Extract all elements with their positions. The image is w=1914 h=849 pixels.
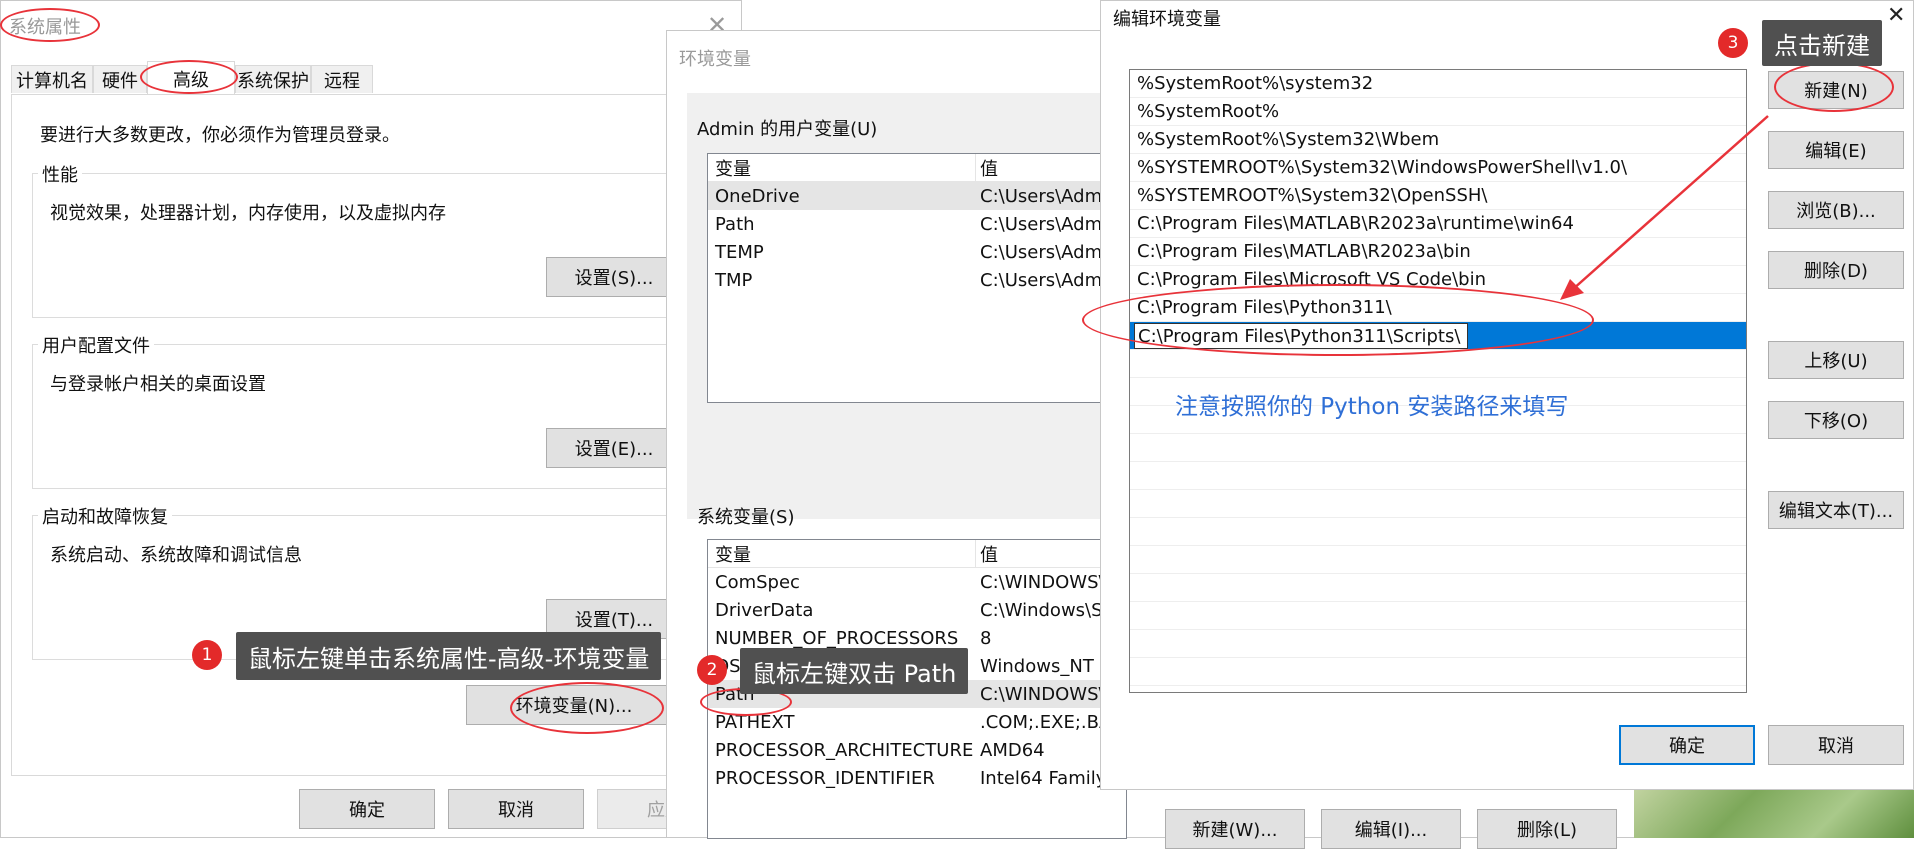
step-2-callout: 鼠标左键双击 Path (740, 648, 969, 694)
list-item[interactable]: %SYSTEMROOT%\System32\WindowsPowerShell\… (1130, 154, 1746, 182)
highlight-advanced-tab-ellipse (140, 60, 238, 94)
highlight-python-paths-ellipse (1082, 284, 1594, 356)
ok-button[interactable]: 确定 (299, 789, 435, 829)
window-title: 环境变量 (679, 49, 751, 70)
list-item[interactable]: TEMP C:\Users\Adm (708, 238, 1126, 266)
user-profile-desc: 与登录帐户相关的桌面设置 (50, 374, 266, 395)
list-item[interactable]: OneDrive C:\Users\Adm (708, 182, 1126, 210)
list-item[interactable]: PROCESSOR_ARCHITECTURE AMD64 (708, 736, 1126, 764)
cancel-button[interactable]: 取消 (448, 789, 584, 829)
ok-button[interactable]: 确定 (1619, 725, 1755, 765)
performance-settings-button[interactable]: 设置(S)... (546, 257, 682, 297)
list-header: 变量 值 (708, 540, 1126, 568)
install-path-note: 注意按照你的 Python 安装路径来填写 (1175, 394, 1569, 420)
cancel-button[interactable]: 取消 (1768, 725, 1904, 765)
system-edit-button[interactable]: 编辑(I)... (1321, 809, 1461, 849)
user-profile-settings-button[interactable]: 设置(E)... (546, 428, 682, 468)
highlight-new-button-ellipse (1774, 62, 1894, 112)
list-item[interactable]: %SystemRoot%\system32 (1130, 70, 1746, 98)
list-item[interactable]: C:\Program Files\MATLAB\R2023a\runtime\w… (1130, 210, 1746, 238)
system-variables-label: 系统变量(S) (697, 507, 795, 528)
list-item[interactable]: Path C:\Users\Adm (708, 210, 1126, 238)
highlight-env-button-ellipse (510, 682, 664, 734)
user-variables-label: Admin 的用户变量(U) (697, 119, 878, 140)
column-header-value[interactable]: 值 (980, 541, 998, 567)
list-item[interactable]: DriverData C:\Windows\S (708, 596, 1126, 624)
column-header-variable[interactable]: 变量 (715, 541, 751, 567)
column-header-value[interactable]: 值 (980, 155, 998, 181)
browse-button[interactable]: 浏览(B)... (1768, 191, 1904, 229)
tab-remote[interactable]: 远程 (311, 65, 373, 93)
performance-desc: 视觉效果，处理器计划，内存使用，以及虚拟内存 (50, 203, 446, 224)
delete-button[interactable]: 删除(D) (1768, 251, 1904, 289)
user-variables-list[interactable]: 变量 值 OneDrive C:\Users\Adm Path C:\Users\A… (707, 153, 1127, 403)
list-item[interactable]: ComSpec C:\WINDOWS\ (708, 568, 1126, 596)
close-icon[interactable]: ✕ (1887, 3, 1905, 28)
column-header-variable[interactable]: 变量 (715, 155, 751, 181)
list-item[interactable]: %SystemRoot%\System32\Wbem (1130, 126, 1746, 154)
highlight-title-ellipse (0, 8, 100, 42)
step-1-callout: 鼠标左键单击系统属性-高级-环境变量 (236, 632, 662, 680)
user-profile-label: 用户配置文件 (38, 332, 154, 358)
path-entries-list[interactable]: %SystemRoot%\system32 %SystemRoot% %Syst… (1129, 69, 1747, 693)
tab-computer-name[interactable]: 计算机名 (11, 65, 93, 93)
edit-button[interactable]: 编辑(E) (1768, 131, 1904, 169)
tab-hardware[interactable]: 硬件 (93, 65, 147, 93)
edit-text-button[interactable]: 编辑文本(T)... (1768, 491, 1904, 529)
system-delete-button[interactable]: 删除(L) (1477, 809, 1617, 849)
performance-label: 性能 (38, 161, 82, 187)
system-new-button[interactable]: 新建(W)... (1165, 809, 1305, 849)
startup-recovery-label: 启动和故障恢复 (38, 503, 172, 529)
list-item[interactable]: %SystemRoot% (1130, 98, 1746, 126)
move-down-button[interactable]: 下移(O) (1768, 401, 1904, 439)
startup-recovery-desc: 系统启动、系统故障和调试信息 (50, 545, 302, 566)
step-2-badge: 2 (697, 655, 727, 685)
list-header: 变量 值 (708, 154, 1126, 182)
tab-system-protection[interactable]: 系统保护 (235, 65, 311, 93)
move-up-button[interactable]: 上移(U) (1768, 341, 1904, 379)
step-3-badge: 3 (1718, 28, 1748, 58)
list-item[interactable]: TMP C:\Users\Adm (708, 266, 1126, 294)
step-1-badge: 1 (192, 640, 222, 670)
list-item[interactable]: PROCESSOR_IDENTIFIER Intel64 Family (708, 764, 1126, 792)
list-item[interactable]: C:\Program Files\MATLAB\R2023a\bin (1130, 238, 1746, 266)
edit-environment-variable-window: 编辑环境变量 ✕ %SystemRoot%\system32 %SystemRo… (1100, 0, 1914, 790)
window-title: 编辑环境变量 (1113, 9, 1221, 30)
system-properties-titlebar: 系统属性 ✕ (1, 1, 741, 51)
admin-note: 要进行大多数更改，你必须作为管理员登录。 (40, 125, 400, 146)
list-item[interactable]: %SYSTEMROOT%\System32\OpenSSH\ (1130, 182, 1746, 210)
step-3-callout: 点击新建 (1762, 20, 1882, 66)
